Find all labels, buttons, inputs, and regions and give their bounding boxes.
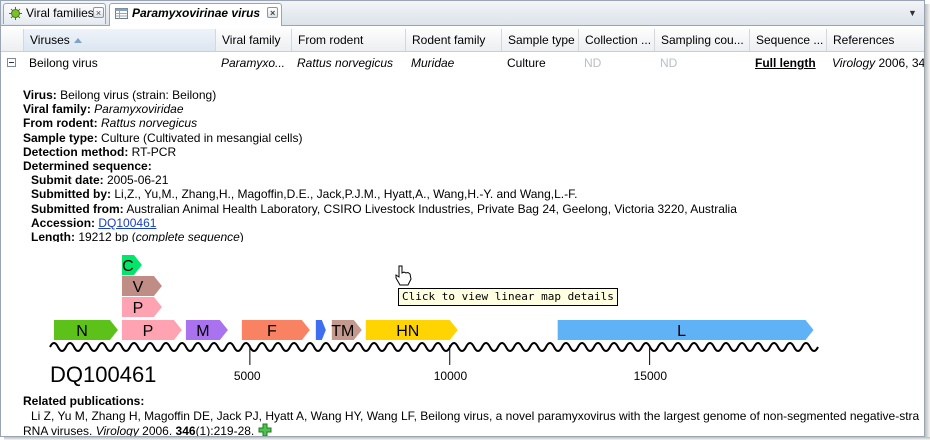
genome-map[interactable]: 5000 10000 15000 N P M F TM HN L P V C DQ100461 [30, 242, 836, 390]
cell-sample-type: Culture [507, 56, 546, 70]
cell-sampling-country: ND [660, 56, 678, 70]
header-sequence[interactable]: Sequence ... [749, 29, 826, 51]
header-viral-family[interactable]: Viral family [215, 29, 291, 51]
accession-link[interactable]: DQ100461 [98, 216, 156, 230]
header-collection[interactable]: Collection ... [578, 29, 654, 51]
gene-label: TM [331, 323, 354, 340]
detail-submitted-by: Submitted by: Li,Z., Yu,M., Zhang,H., Ma… [31, 187, 578, 202]
header-viruses[interactable]: Viruses [23, 29, 215, 51]
close-icon[interactable]: × [267, 7, 278, 18]
table-icon [115, 8, 128, 19]
tab-bar: Viral families × Paramyxovirinae virus ×… [1, 1, 924, 26]
gene-v[interactable]: V [121, 276, 162, 296]
detail-submitted-from: Submitted from: Australian Animal Health… [31, 201, 737, 216]
detail-accession: Accession: DQ100461 [31, 215, 157, 230]
publication-line1: Li Z, Yu M, Zhang H, Magoffin DE, Jack P… [31, 408, 920, 423]
gene-label: V [133, 279, 144, 296]
gene-p[interactable]: P [121, 320, 182, 340]
tooltip: Click to view linear map details [398, 288, 618, 306]
detail-detection-method: Detection method: RT-PCR [23, 144, 177, 159]
tab-label: Paramyxovirinae virus [132, 6, 261, 20]
detail-submit-date: Submit date: 2005-06-21 [31, 173, 169, 188]
close-icon[interactable]: × [93, 7, 104, 18]
ref-year: 2006, 34 [875, 56, 925, 70]
detail-rodent: From rodent: Rattus norvegicus [23, 116, 198, 131]
gene-f[interactable]: F [241, 320, 310, 340]
ref-journal: Virology [832, 56, 876, 70]
cell-rodent-family: Muridae [411, 56, 455, 70]
genome-backbone [49, 342, 819, 352]
gene-small[interactable] [315, 320, 326, 340]
tab-menu-chevron-icon[interactable]: ▼ [908, 8, 918, 18]
gene-label: M [196, 323, 209, 340]
header-expander-column [1, 29, 23, 51]
gene-p[interactable]: P [121, 297, 162, 317]
detail-sample-type: Sample type: Culture (Cultivated in mesa… [23, 130, 303, 145]
table-row[interactable]: Beilong virus Paramyxo... Rattus norvegi… [1, 52, 924, 74]
main-window: Viral families × Paramyxovirinae virus ×… [0, 0, 925, 437]
virus-icon [9, 7, 22, 20]
tick-label: 15000 [634, 369, 668, 383]
header-references[interactable]: References [826, 29, 924, 51]
sort-ascending-icon [73, 38, 82, 44]
gene-c[interactable]: C [121, 255, 142, 275]
gene-arrow[interactable] [315, 320, 326, 340]
publications-label: Related publications: [23, 394, 145, 408]
genome-map-svg[interactable]: 5000 10000 15000 N P M F TM HN LPVC DQ100461 [30, 242, 836, 390]
hand-cursor-icon [395, 265, 412, 286]
tab-label: Viral families [26, 6, 94, 20]
window-shadow [925, 4, 930, 440]
gene-label: P [143, 323, 154, 340]
header-sampling-country[interactable]: Sampling cou... [654, 29, 749, 51]
cell-collection: ND [584, 56, 602, 70]
detail-family: Viral family: Paramyxoviridae [23, 102, 184, 117]
header-from-rodent[interactable]: From rodent [291, 29, 405, 51]
cell-references: Virology 2006, 34 [826, 52, 925, 74]
virus-details: Virus: Beilong virus (strain: Beilong) V… [23, 88, 923, 244]
gene-label: P [133, 300, 144, 317]
tick-label: 10000 [434, 369, 468, 383]
gene-label: L [677, 323, 686, 340]
related-publications: Related publications: Li Z, Yu M, Zhang … [23, 394, 923, 437]
header-sample-type[interactable]: Sample type [501, 29, 578, 51]
gene-hn[interactable]: HN [365, 320, 458, 340]
gene-label: HN [396, 323, 419, 340]
gene-label: N [76, 323, 88, 340]
tab-viral-families[interactable]: Viral families × [3, 3, 106, 24]
tick-label: 5000 [234, 369, 261, 383]
tab-paramyxovirinae[interactable]: Paramyxovirinae virus × [109, 3, 282, 26]
detail-virus: Virus: Beilong virus (strain: Beilong) [23, 88, 217, 102]
accession-label: DQ100461 [50, 362, 156, 387]
gene-tm[interactable]: TM [331, 320, 362, 340]
gene-l[interactable]: L [557, 320, 814, 340]
cell-virus: Beilong virus [29, 56, 98, 70]
detail-sequence-heading: Determined sequence: [23, 159, 152, 174]
gene-label: F [267, 323, 277, 340]
publication-line2: RNA viruses. Virology 2006. 346(1):219-2… [23, 423, 923, 437]
cell-viral-family: Paramyxo... [221, 56, 286, 70]
gene-n[interactable]: N [53, 320, 118, 340]
table-header: Viruses Viral family From rodent Rodent … [1, 29, 924, 52]
header-rodent-family[interactable]: Rodent family [405, 29, 501, 51]
add-icon[interactable] [258, 423, 272, 437]
header-label: Viruses [30, 33, 70, 47]
full-length-link[interactable]: Full length [749, 52, 826, 74]
cell-from-rodent: Rattus norvegicus [297, 56, 394, 70]
gene-m[interactable]: M [185, 320, 228, 340]
gene-label: C [122, 258, 134, 275]
